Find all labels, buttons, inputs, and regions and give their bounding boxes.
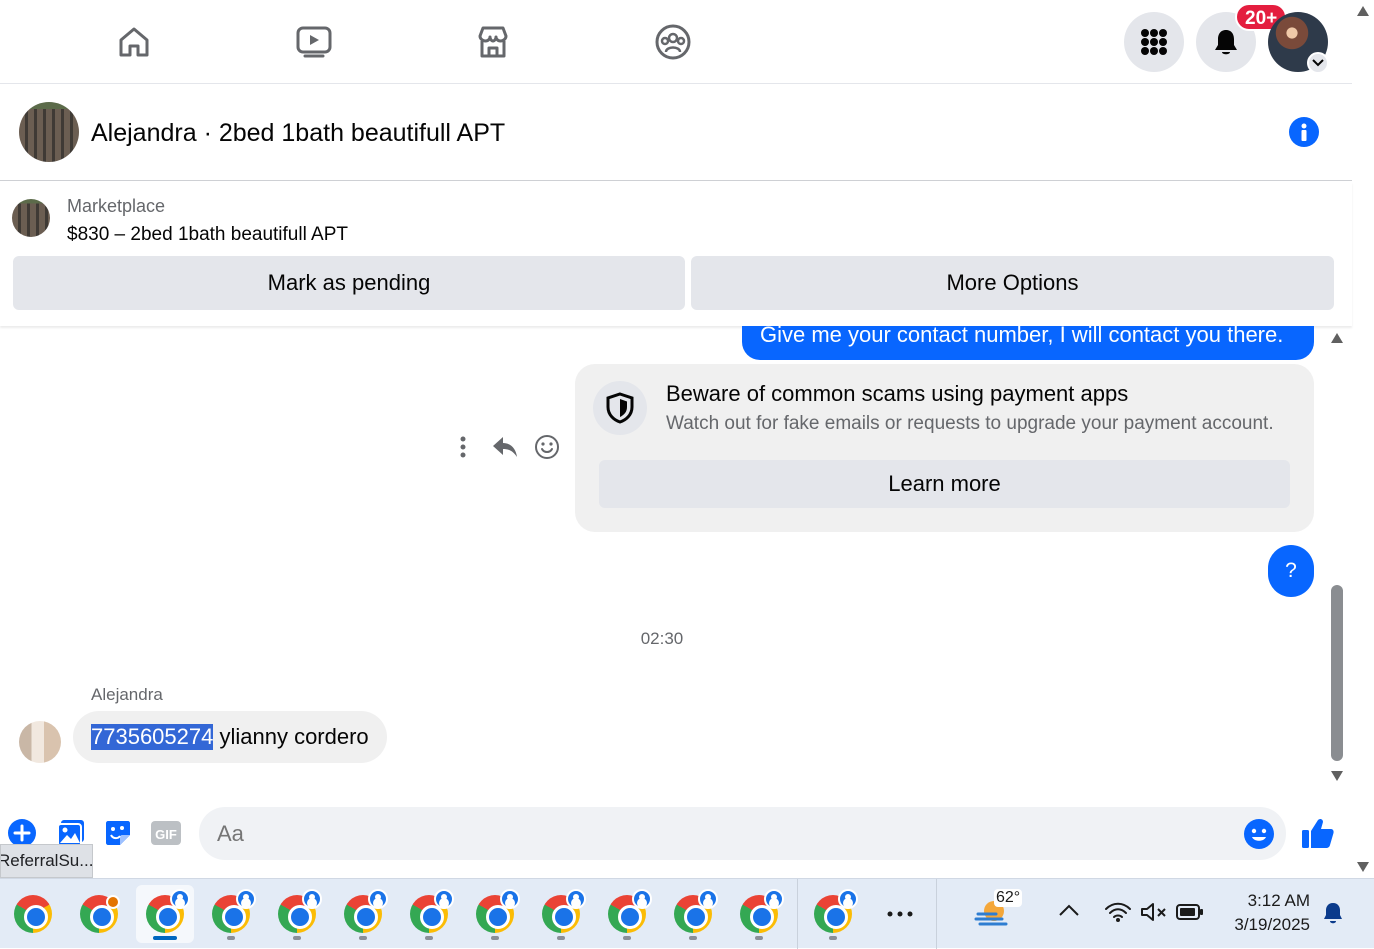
shield-icon bbox=[593, 381, 647, 435]
taskbar-divider bbox=[936, 879, 937, 949]
sender-name: Alejandra bbox=[91, 685, 163, 704]
chrome-profile-taskbar-app[interactable] bbox=[532, 885, 590, 943]
chrome-taskbar-app[interactable] bbox=[4, 885, 62, 943]
show-hidden-icons-chevron-up-icon[interactable] bbox=[1058, 903, 1080, 922]
incoming-message[interactable]: 7735605274 ylianny cordero bbox=[73, 711, 387, 763]
wifi-icon[interactable] bbox=[1104, 901, 1132, 928]
learn-more-button[interactable]: Learn more bbox=[599, 460, 1290, 508]
chrome-profile-taskbar-app[interactable] bbox=[730, 885, 788, 943]
chrome-profile-taskbar-app[interactable] bbox=[202, 885, 260, 943]
reply-icon[interactable] bbox=[490, 432, 520, 462]
account-chevron-down-icon[interactable] bbox=[1307, 52, 1329, 74]
scroll-down-arrow-icon[interactable] bbox=[1357, 862, 1369, 872]
chrome-profile-taskbar-app[interactable] bbox=[664, 885, 722, 943]
svg-text:GIF: GIF bbox=[155, 827, 177, 842]
more-actions-icon[interactable] bbox=[448, 432, 478, 462]
taskbar-divider bbox=[797, 879, 798, 949]
chrome-profile-taskbar-app[interactable] bbox=[268, 885, 326, 943]
messages-scrollbar-thumb[interactable] bbox=[1331, 585, 1343, 761]
outgoing-message-text: Give me your contact number, I will cont… bbox=[760, 326, 1284, 347]
chrome-profile-taskbar-app[interactable] bbox=[466, 885, 524, 943]
marketplace-label: Marketplace bbox=[67, 196, 166, 216]
listing-price-title[interactable]: $830 – 2bed 1bath beautifull APT bbox=[67, 224, 348, 246]
message-timestamp: 02:30 bbox=[640, 629, 684, 648]
taskbar-time[interactable]: 3:12 AM bbox=[1200, 891, 1310, 911]
outgoing-message-question[interactable]: ? bbox=[1268, 545, 1314, 597]
chrome-profile-taskbar-app[interactable] bbox=[136, 885, 194, 943]
chrome-profile-taskbar-app[interactable] bbox=[804, 885, 862, 943]
listing-thumbnail[interactable] bbox=[12, 199, 50, 237]
gif-icon[interactable]: GIF bbox=[149, 816, 183, 850]
video-icon[interactable] bbox=[292, 20, 336, 64]
scam-warning-title: Beware of common scams using payment app… bbox=[666, 381, 1129, 406]
grid-icon bbox=[1141, 29, 1167, 55]
taskbar-date[interactable]: 3/19/2025 bbox=[1200, 915, 1310, 935]
selected-phone-number[interactable]: 7735605274 bbox=[91, 724, 214, 750]
chrome-icon bbox=[14, 895, 52, 933]
groups-icon[interactable] bbox=[651, 20, 695, 64]
like-thumbs-up-icon[interactable] bbox=[1301, 816, 1335, 850]
notification-center-bell-icon[interactable] bbox=[1322, 901, 1344, 930]
weather-temperature: 62° bbox=[994, 889, 1023, 907]
outgoing-message[interactable]: Give me your contact number, I will cont… bbox=[742, 326, 1314, 360]
messages-scroll-down-icon[interactable] bbox=[1331, 771, 1343, 781]
mark-as-pending-button[interactable]: Mark as pending bbox=[13, 256, 685, 310]
more-apps-icon[interactable] bbox=[884, 899, 916, 929]
chrome-taskbar-app[interactable] bbox=[70, 885, 128, 943]
info-icon[interactable] bbox=[1289, 117, 1319, 147]
message-composer[interactable] bbox=[199, 807, 1286, 860]
more-options-button[interactable]: More Options bbox=[691, 256, 1334, 310]
emoji-icon[interactable] bbox=[1243, 818, 1275, 850]
tab-tooltip: ReferralSu... bbox=[0, 844, 93, 878]
messages-scroll-up-icon[interactable] bbox=[1331, 333, 1343, 343]
bell-icon bbox=[1215, 30, 1237, 55]
page-scrollbar[interactable] bbox=[1352, 0, 1374, 878]
sender-avatar[interactable] bbox=[19, 721, 61, 763]
chrome-profile-taskbar-app[interactable] bbox=[598, 885, 656, 943]
chat-avatar[interactable] bbox=[19, 102, 79, 162]
marketplace-icon[interactable] bbox=[471, 20, 515, 64]
incoming-message-text: ylianny cordero bbox=[213, 724, 369, 749]
menu-grid-button[interactable] bbox=[1124, 12, 1184, 72]
volume-muted-icon[interactable] bbox=[1140, 901, 1168, 928]
scam-warning-body: Watch out for fake emails or requests to… bbox=[666, 413, 1274, 434]
chrome-profile-taskbar-app[interactable] bbox=[334, 885, 392, 943]
message-input[interactable] bbox=[217, 807, 1217, 860]
home-icon[interactable] bbox=[112, 20, 156, 64]
sticker-icon[interactable] bbox=[101, 816, 135, 850]
top-navigation-bar: 20+ bbox=[0, 0, 1352, 84]
windows-taskbar: 62° 3:12 AM 3/19/2025 bbox=[0, 878, 1374, 949]
chat-title[interactable]: Alejandra · 2bed 1bath beautifull APT bbox=[91, 119, 505, 148]
scroll-up-arrow-icon[interactable] bbox=[1357, 6, 1369, 16]
chrome-profile-taskbar-app[interactable] bbox=[400, 885, 458, 943]
react-emoji-icon[interactable] bbox=[532, 432, 562, 462]
